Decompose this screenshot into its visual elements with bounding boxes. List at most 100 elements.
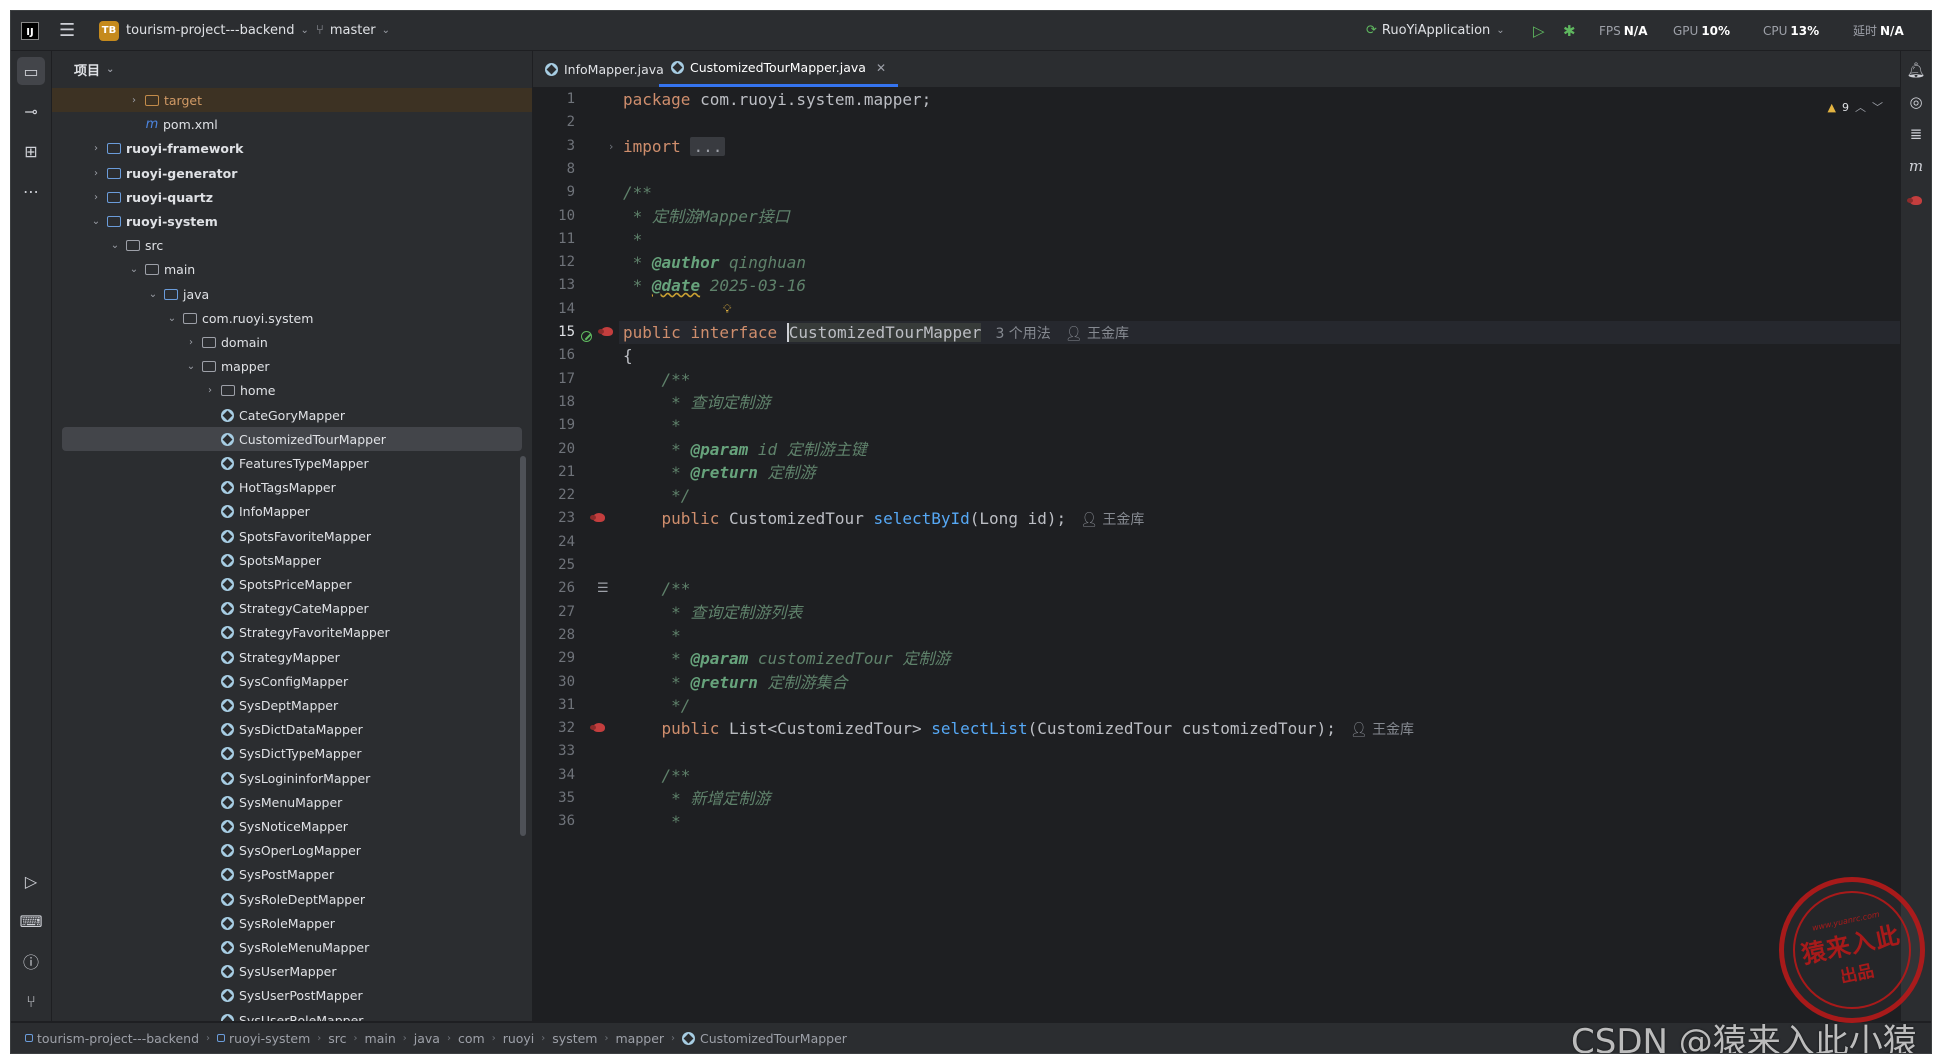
- code-line[interactable]: *: [623, 624, 681, 647]
- code-line[interactable]: * @author qinghuan: [623, 251, 806, 274]
- mybatis-statement-icon[interactable]: [590, 507, 605, 530]
- chevron-right-icon[interactable]: ›: [184, 337, 198, 348]
- tree-item[interactable]: SysRoleDeptMapper: [52, 887, 532, 911]
- tree-item[interactable]: CateGoryMapper: [52, 403, 532, 427]
- chevron-down-icon[interactable]: ⌄: [165, 313, 179, 324]
- rendered-doc-toggle-icon[interactable]: ☰: [597, 577, 609, 600]
- tree-item[interactable]: ⌄ src: [52, 233, 532, 257]
- chevron-right-icon[interactable]: ›: [89, 168, 103, 179]
- author-hint[interactable]: 👤︎ 王金库: [1080, 512, 1144, 528]
- chevron-down-icon[interactable]: ⌄: [89, 216, 103, 227]
- code-line[interactable]: * @date 2025-03-16: [623, 274, 806, 297]
- tree-item[interactable]: SysUserPostMapper: [52, 983, 532, 1007]
- git-tool-icon[interactable]: ⑂: [17, 987, 45, 1015]
- close-icon[interactable]: ✕: [876, 61, 886, 75]
- breadcrumb-item[interactable]: src: [328, 1031, 346, 1046]
- fold-expand-icon[interactable]: ›: [609, 135, 613, 158]
- breadcrumb-item[interactable]: system: [552, 1031, 597, 1046]
- maven-icon[interactable]: m: [1901, 157, 1931, 175]
- usages-hint[interactable]: 3 个用法: [995, 326, 1050, 342]
- code-line[interactable]: * @param customizedTour 定制游: [623, 647, 950, 670]
- structure-tool-icon[interactable]: ⊞: [17, 137, 45, 165]
- breadcrumb-item[interactable]: tourism-project---backend: [37, 1031, 199, 1046]
- tree-item[interactable]: SysMenuMapper: [52, 790, 532, 814]
- code-line[interactable]: /**: [623, 181, 652, 204]
- project-tool-icon[interactable]: ▭: [17, 57, 45, 85]
- chevron-down-icon[interactable]: ﹀: [1872, 99, 1883, 115]
- tree-item[interactable]: StrategyCateMapper: [52, 596, 532, 620]
- code-line[interactable]: {: [623, 344, 633, 367]
- tree-item[interactable]: FeaturesTypeMapper: [52, 451, 532, 475]
- debug-icon[interactable]: ✱: [1563, 11, 1576, 50]
- tree-item[interactable]: SysDictTypeMapper: [52, 741, 532, 765]
- tree-item[interactable]: › target: [52, 88, 532, 112]
- code-line[interactable]: * @param id 定制游主键: [623, 438, 867, 461]
- code-line[interactable]: * 定制游Mapper接口: [623, 205, 790, 228]
- tree-item[interactable]: SysNoticeMapper: [52, 814, 532, 838]
- author-hint[interactable]: 👤︎ 王金库: [1350, 722, 1414, 738]
- inspection-widget[interactable]: ▲ 9 ︿ ﹀: [1828, 99, 1883, 115]
- author-hint[interactable]: 👤︎ 王金库: [1065, 326, 1129, 342]
- code-line[interactable]: *: [623, 228, 643, 251]
- tree-item[interactable]: SysRoleMenuMapper: [52, 935, 532, 959]
- chevron-down-icon[interactable]: ⌄: [108, 240, 122, 251]
- code-line[interactable]: /**: [623, 368, 691, 391]
- tree-item[interactable]: ⌄ java: [52, 282, 532, 306]
- chevron-right-icon[interactable]: ›: [127, 95, 141, 106]
- tree-item[interactable]: InfoMapper: [52, 499, 532, 523]
- tree-item[interactable]: SysRoleMapper: [52, 911, 532, 935]
- code-line[interactable]: package com.ruoyi.system.mapper;: [623, 88, 931, 111]
- project-panel-header[interactable]: 项目 ⌄: [52, 51, 532, 87]
- tab-infomapper[interactable]: InfoMapper.java: [533, 51, 676, 87]
- implemented-by-icon[interactable]: [581, 331, 592, 342]
- code-line[interactable]: /**: [623, 577, 691, 600]
- chevron-right-icon[interactable]: ›: [89, 192, 103, 203]
- code-line[interactable]: * 新增定制游: [623, 787, 770, 810]
- chevron-down-icon[interactable]: ⌄: [146, 289, 160, 300]
- mybatis-mapper-icon[interactable]: [598, 321, 613, 344]
- code-line[interactable]: *: [623, 810, 681, 833]
- tree-item[interactable]: m pom.xml: [52, 112, 532, 136]
- tree-item[interactable]: SpotsFavoriteMapper: [52, 524, 532, 548]
- tree-item[interactable]: › ruoyi-quartz: [52, 185, 532, 209]
- code-line[interactable]: public interface CustomizedTourMapper 3 个…: [619, 321, 1913, 344]
- code-view[interactable]: package com.ruoyi.system.mapper; import .…: [609, 88, 1913, 1021]
- tree-item[interactable]: ⌄ com.ruoyi.system: [52, 306, 532, 330]
- terminal-tool-icon[interactable]: ⌨: [17, 907, 45, 935]
- tree-item[interactable]: SpotsMapper: [52, 548, 532, 572]
- breadcrumb-item[interactable]: mapper: [615, 1031, 664, 1046]
- tree-item[interactable]: HotTagsMapper: [52, 475, 532, 499]
- more-tools-icon[interactable]: ⋯: [17, 177, 45, 205]
- mybatis-icon[interactable]: [1901, 191, 1931, 209]
- tree-item[interactable]: SysConfigMapper: [52, 669, 532, 693]
- tree-item[interactable]: › home: [52, 378, 532, 402]
- breadcrumb-item[interactable]: java: [414, 1031, 440, 1046]
- chevron-down-icon[interactable]: ⌄: [184, 361, 198, 372]
- tree-item[interactable]: SysPostMapper: [52, 862, 532, 886]
- problems-tool-icon[interactable]: ⓘ: [17, 947, 45, 975]
- run-icon[interactable]: ▷: [1533, 11, 1545, 50]
- tab-customizedtourmapper[interactable]: CustomizedTourMapper.java ✕: [659, 51, 898, 87]
- code-line[interactable]: *: [623, 414, 681, 437]
- tree-item[interactable]: SysOperLogMapper: [52, 838, 532, 862]
- breadcrumb-item[interactable]: ruoyi: [503, 1031, 535, 1046]
- tree-item[interactable]: CustomizedTourMapper: [62, 427, 522, 451]
- tree-item[interactable]: SysDictDataMapper: [52, 717, 532, 741]
- code-line[interactable]: * 查询定制游列表: [623, 601, 802, 624]
- code-line[interactable]: * @return 定制游: [623, 461, 815, 484]
- breadcrumb-item[interactable]: com: [458, 1031, 485, 1046]
- chevron-up-icon[interactable]: ︿: [1855, 99, 1866, 115]
- tree-item[interactable]: StrategyFavoriteMapper: [52, 620, 532, 644]
- chevron-right-icon[interactable]: ›: [89, 143, 103, 154]
- code-line[interactable]: * @return 定制游集合: [623, 671, 847, 694]
- tree-item[interactable]: SysUserRoleMapper: [52, 1008, 532, 1021]
- code-line[interactable]: public List<CustomizedTour> selectList(C…: [623, 717, 1415, 740]
- code-line[interactable]: /**: [623, 764, 691, 787]
- run-config-selector[interactable]: ⟳ RuoYiApplication ⌄: [1366, 11, 1505, 50]
- tree-scrollbar[interactable]: [520, 456, 526, 836]
- tree-item[interactable]: ⌄ main: [52, 257, 532, 281]
- tree-item[interactable]: ⌄ ruoyi-system: [52, 209, 532, 233]
- ai-assistant-icon[interactable]: ◎: [1901, 93, 1931, 111]
- tree-item[interactable]: › ruoyi-generator: [52, 161, 532, 185]
- tree-item[interactable]: › domain: [52, 330, 532, 354]
